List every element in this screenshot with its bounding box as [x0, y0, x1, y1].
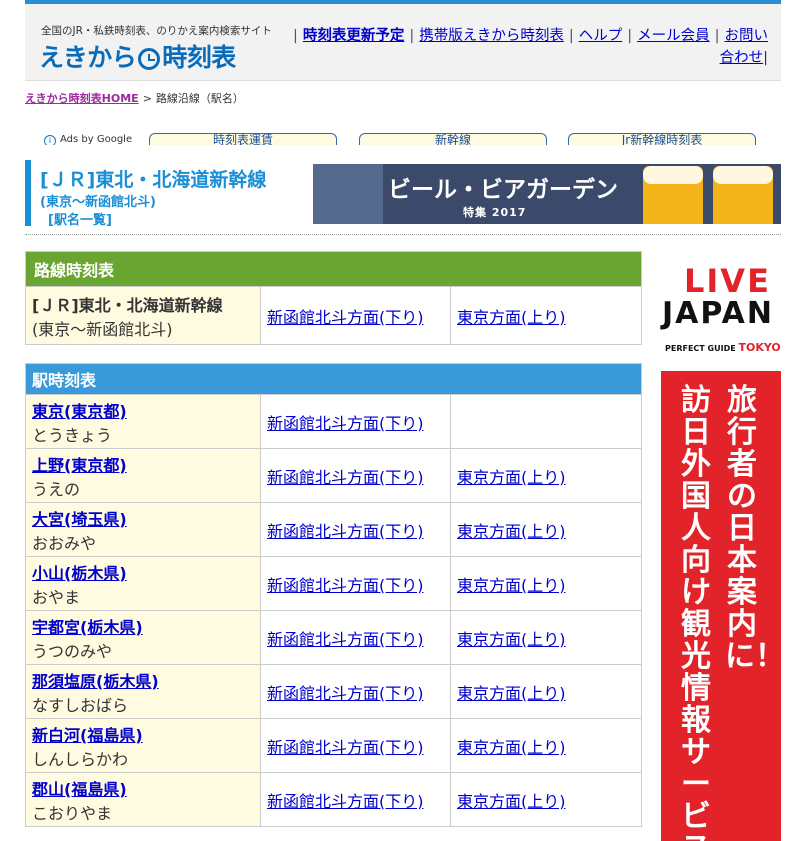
title-accent-bar — [25, 160, 31, 226]
breadcrumb-home[interactable]: えきから時刻表HOME — [25, 92, 139, 105]
site-logo[interactable]: えきから 時刻表 — [39, 38, 236, 74]
live-japan-guide-text: PERFECT GUIDE TOKYO — [665, 341, 781, 354]
station-up-link[interactable]: 東京方面(上り) — [457, 738, 566, 757]
route-timetable-table: 路線時刻表 [ＪＲ]東北・北海道新幹線 (東京～新函館北斗) 新函館北斗方面(下… — [25, 251, 642, 345]
station-row: 大宮(埼玉県) おおみや 新函館北斗方面(下り) 東京方面(上り) — [25, 502, 642, 557]
station-name-cell: 宇都宮(栃木県) うつのみや — [25, 610, 261, 665]
station-up-link[interactable]: 東京方面(上り) — [457, 576, 566, 595]
station-name-cell: 郡山(福島県) こおりやま — [25, 772, 261, 827]
breadcrumb-current: 路線沿線（駅名） — [155, 92, 244, 105]
route-timetable-header: 路線時刻表 — [25, 251, 642, 287]
station-name-cell: 上野(東京都) うえの — [25, 448, 261, 503]
route-name: [ＪＲ]東北・北海道新幹線 — [32, 295, 223, 315]
ad-button-fare[interactable]: 時刻表運賃 — [149, 133, 337, 145]
nav-mail-member[interactable]: メール会員 — [637, 28, 710, 44]
live-japan-ad[interactable]: LIVE JAPAN PERFECT GUIDE TOKYO — [660, 262, 781, 357]
station-name-cell: 東京(東京都) とうきょう — [25, 394, 261, 449]
live-japan-japan-text: JAPAN — [662, 296, 774, 331]
route-name-cell: [ＪＲ]東北・北海道新幹線 (東京～新函館北斗) — [25, 286, 261, 345]
live-japan-red-ad[interactable]: 旅行者の日本案内に！ 訪日外国人向け観光情報サービス — [661, 371, 781, 841]
station-up-link[interactable]: 東京方面(上り) — [457, 684, 566, 703]
station-down-link[interactable]: 新函館北斗方面(下り) — [267, 738, 424, 757]
station-row: 小山(栃木県) おやま 新函館北斗方面(下り) 東京方面(上り) — [25, 556, 642, 611]
title-divider — [25, 234, 781, 235]
route-range: (東京～新函館北斗) — [32, 319, 173, 339]
station-up-link[interactable]: 東京方面(上り) — [457, 522, 566, 541]
ad-button-shinkansen[interactable]: 新幹線 — [359, 133, 547, 145]
station-name-cell: 那須塩原(栃木県) なすしおばら — [25, 664, 261, 719]
station-kana: おやま — [32, 587, 81, 607]
station-name-link[interactable]: 宇都宮(栃木県) — [32, 618, 143, 637]
station-name-link[interactable]: 郡山(福島県) — [32, 780, 127, 799]
beer-mug-image — [643, 166, 703, 224]
station-timetable-header: 駅時刻表 — [25, 363, 642, 395]
page-subtitle: (東京～新函館北斗) — [40, 195, 156, 210]
banner-subtitle: 特集 2017 — [463, 206, 527, 219]
station-name-cell: 新白河(福島県) しんしらかわ — [25, 718, 261, 773]
station-name-cell: 小山(栃木県) おやま — [25, 556, 261, 611]
station-kana: うつのみや — [32, 641, 113, 661]
station-kana: しんしらかわ — [32, 749, 129, 769]
station-down-link[interactable]: 新函館北斗方面(下り) — [267, 684, 424, 703]
info-icon: i — [44, 135, 56, 145]
station-name-link[interactable]: 小山(栃木県) — [32, 564, 127, 583]
station-list-link[interactable]: [駅名一覧] — [48, 209, 112, 228]
red-ad-column-1: 旅行者の日本案内に！ — [725, 383, 781, 674]
station-name-link[interactable]: 上野(東京都) — [32, 456, 127, 475]
logo-text-left: えきから — [39, 43, 137, 72]
station-down-link[interactable]: 新函館北斗方面(下り) — [267, 522, 424, 541]
page-title: [ＪＲ]東北・北海道新幹線 — [40, 169, 267, 191]
breadcrumb-arrow: > — [142, 92, 152, 105]
header-nav: | 時刻表更新予定 | 携帯版えきから時刻表 | ヘルプ | メール会員 | お問い合わせ| — [292, 28, 768, 66]
station-name-link[interactable]: 新白河(福島県) — [32, 726, 143, 745]
site-header: 全国のJR・私鉄時刻表、のりかえ案内検索サイト えきから 時刻表 | 時刻表更新予定… — [25, 4, 781, 81]
beer-mug-image — [713, 166, 773, 224]
route-down-link[interactable]: 新函館北斗方面(下り) — [267, 308, 424, 327]
station-up-link[interactable]: 東京方面(上り) — [457, 468, 566, 487]
station-down-link[interactable]: 新函館北斗方面(下り) — [267, 792, 424, 811]
station-timetable-table: 駅時刻表 東京(東京都) とうきょう 新函館北斗方面(下り) 上野(東京都) うえの 新函… — [25, 363, 642, 827]
logo-text-right: 時刻表 — [162, 43, 236, 72]
site-tagline: 全国のJR・私鉄時刻表、のりかえ案内検索サイト — [41, 25, 272, 37]
station-kana: とうきょう — [32, 425, 113, 445]
nav-contact[interactable]: お問い合わせ — [720, 28, 768, 66]
clock-icon — [138, 48, 161, 70]
station-up-link[interactable]: 東京方面(上り) — [457, 792, 566, 811]
station-name-link[interactable]: 那須塩原(栃木県) — [32, 672, 159, 691]
breadcrumb: えきから時刻表HOME > 路線沿線（駅名） — [25, 90, 244, 106]
station-name-link[interactable]: 大宮(埼玉県) — [32, 510, 127, 529]
station-down-link[interactable]: 新函館北斗方面(下り) — [267, 576, 424, 595]
station-name-link[interactable]: 東京(東京都) — [32, 402, 127, 421]
ads-by-google[interactable]: i Ads by Google — [44, 134, 132, 145]
station-kana: おおみや — [32, 533, 97, 553]
station-kana: なすしおばら — [32, 695, 129, 715]
station-up-link[interactable]: 東京方面(上り) — [457, 630, 566, 649]
station-down-link[interactable]: 新函館北斗方面(下り) — [267, 414, 424, 433]
station-down-link[interactable]: 新函館北斗方面(下り) — [267, 468, 424, 487]
nav-mobile-version[interactable]: 携帯版えきから時刻表 — [419, 28, 564, 44]
station-kana: こおりやま — [32, 803, 113, 823]
station-row: 那須塩原(栃木県) なすしおばら 新函館北斗方面(下り) 東京方面(上り) — [25, 664, 642, 719]
nav-help[interactable]: ヘルプ — [579, 28, 623, 44]
banner-title: ビール・ビアガーデン — [388, 177, 618, 203]
station-row: 郡山(福島県) こおりやま 新函館北斗方面(下り) 東京方面(上り) — [25, 772, 642, 827]
station-row: 宇都宮(栃木県) うつのみや 新函館北斗方面(下り) 東京方面(上り) — [25, 610, 642, 665]
station-kana: うえの — [32, 479, 81, 499]
nav-update-schedule[interactable]: 時刻表更新予定 — [303, 28, 405, 44]
station-row: 上野(東京都) うえの 新函館北斗方面(下り) 東京方面(上り) — [25, 448, 642, 503]
beer-garden-banner[interactable]: ビール・ビアガーデン 特集 2017 — [313, 164, 781, 224]
ad-button-jr-shinkansen[interactable]: Jr新幹線時刻表 — [568, 133, 756, 145]
station-name-cell: 大宮(埼玉県) おおみや — [25, 502, 261, 557]
banner-people-image — [313, 164, 383, 224]
red-ad-column-2: 訪日外国人向け観光情報サービス — [681, 383, 711, 841]
station-row: 新白河(福島県) しんしらかわ 新函館北斗方面(下り) 東京方面(上り) — [25, 718, 642, 773]
station-row: 東京(東京都) とうきょう 新函館北斗方面(下り) — [25, 394, 642, 449]
station-down-link[interactable]: 新函館北斗方面(下り) — [267, 630, 424, 649]
ads-row: i Ads by Google 時刻表運賃 新幹線 Jr新幹線時刻表 — [44, 132, 784, 145]
live-japan-live-text: LIVE — [684, 262, 771, 300]
route-up-link[interactable]: 東京方面(上り) — [457, 308, 566, 327]
